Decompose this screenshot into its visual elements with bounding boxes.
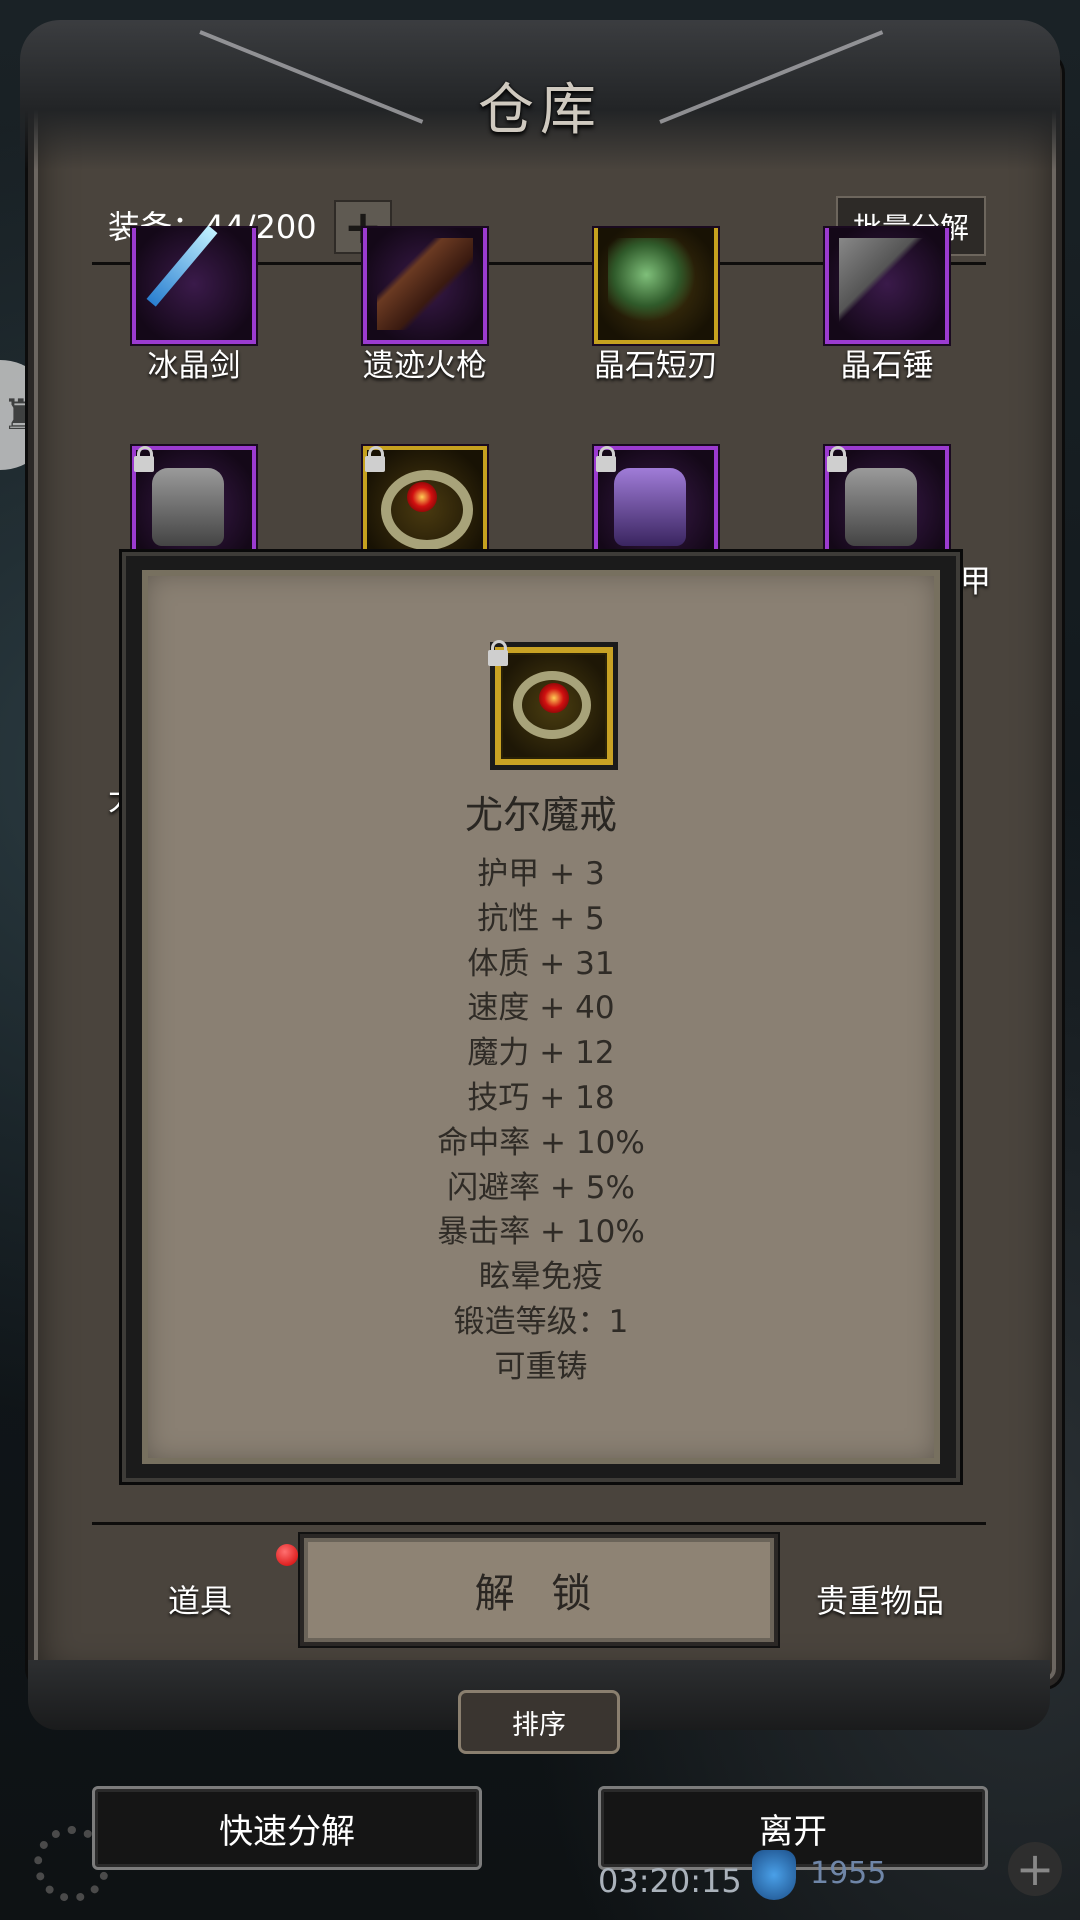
stat-line: 眩晕免疫	[479, 1259, 603, 1296]
item-slot-ice-sword[interactable]	[132, 225, 256, 344]
notification-dot	[276, 1544, 298, 1566]
lock-icon	[596, 446, 616, 474]
page-title: 仓库	[478, 77, 602, 143]
item-slot-crystal-dagger[interactable]	[594, 228, 718, 344]
lock-icon	[488, 640, 508, 668]
shield-icon	[752, 1850, 796, 1900]
dagger-art	[608, 238, 704, 330]
title-plate: 仓库	[430, 60, 650, 150]
stat-line: 可重铸	[494, 1348, 588, 1385]
sword-art	[146, 225, 218, 307]
lock-icon	[827, 446, 847, 474]
gem-art	[407, 482, 437, 512]
stat-line: 魔力 + 12	[467, 1035, 615, 1072]
stat-line: 技巧 + 18	[467, 1079, 615, 1116]
divider	[92, 1522, 986, 1525]
stat-line: 体质 + 31	[467, 945, 615, 982]
tooltip-body: 尤尔魔戒 护甲 + 3 抗性 + 5 体质 + 31 速度 + 40 魔力 + …	[142, 570, 940, 1464]
unlock-button[interactable]: 解 锁	[300, 1534, 778, 1646]
tooltip-item-name: 尤尔魔戒	[464, 793, 617, 837]
stat-line: 暴击率 + 10%	[437, 1214, 645, 1251]
lock-icon	[134, 446, 154, 474]
lock-icon	[365, 446, 385, 474]
armor-art	[845, 468, 917, 546]
tooltip-item-icon	[490, 642, 618, 770]
currency-count: 1955	[810, 1856, 887, 1891]
hammer-art	[839, 238, 935, 330]
item-name: 冰晶剑	[147, 348, 241, 384]
stat-line: 命中率 + 10%	[437, 1124, 645, 1161]
item-name: 遗迹火枪	[363, 348, 487, 384]
armor-art	[152, 468, 224, 546]
unlock-label: 解 锁	[474, 1571, 604, 1617]
armor-art	[614, 468, 686, 546]
stat-line: 锻造等级：1	[453, 1303, 629, 1340]
item-name: 晶石短刃	[594, 348, 718, 384]
quick-dismantle-button[interactable]: 快速分解	[92, 1786, 482, 1870]
timer: 03:20:15	[598, 1862, 742, 1900]
stat-line: 速度 + 40	[467, 990, 615, 1027]
musket-art	[377, 238, 473, 330]
sort-button[interactable]: 排序	[458, 1690, 620, 1754]
item-slot-crystal-hammer[interactable]	[825, 228, 949, 344]
item-tooltip: 尤尔魔戒 护甲 + 3 抗性 + 5 体质 + 31 速度 + 40 魔力 + …	[122, 552, 960, 1482]
tab-valuables[interactable]: 贵重物品	[800, 1576, 960, 1622]
stat-line: 护甲 + 3	[477, 856, 605, 892]
tab-items[interactable]: 道具	[130, 1576, 270, 1622]
stat-line: 抗性 + 5	[477, 900, 605, 937]
gem-art	[539, 683, 569, 713]
item-slot-relic-musket[interactable]	[363, 228, 487, 344]
stat-line: 闪避率 + 5%	[447, 1169, 635, 1206]
stat-list: 护甲 + 3 抗性 + 5 体质 + 31 速度 + 40 魔力 + 12 技巧…	[142, 852, 940, 1390]
item-name: 晶石锤	[840, 348, 934, 384]
item-name-fragment: 甲	[960, 564, 991, 600]
hud-plus-icon[interactable]: +	[1008, 1842, 1062, 1896]
